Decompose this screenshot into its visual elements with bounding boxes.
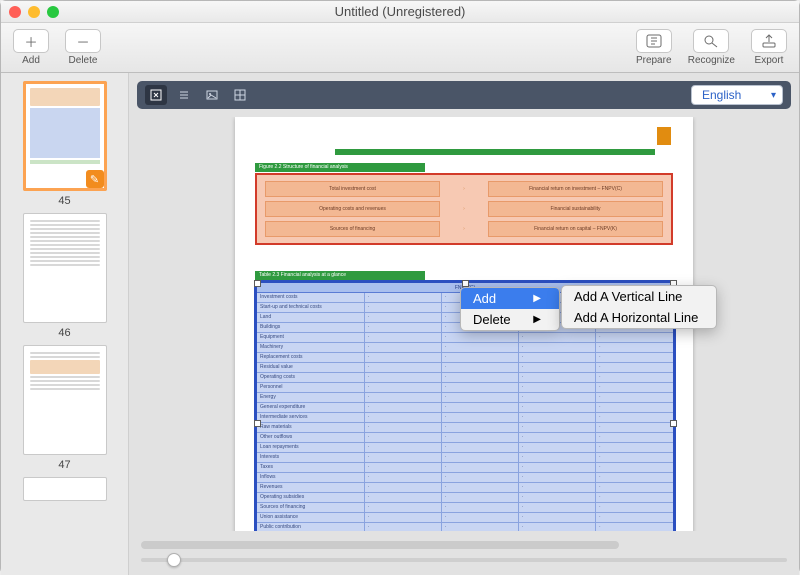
table-row[interactable]: Other outflows···· [257,433,673,443]
table-row[interactable]: Inflows···· [257,473,673,483]
figure-region[interactable]: Total investment cost›Financial return o… [255,173,673,245]
table-row[interactable]: Machinery···· [257,343,673,353]
page-canvas[interactable]: Figure 2.2 Structure of financial analys… [137,117,791,531]
table-row[interactable]: Union assistance···· [257,513,673,523]
table-title: Table 2.3 Financial analysis at a glance [255,271,425,280]
table-row[interactable]: Operating subsidies···· [257,493,673,503]
thumbnail-page-number: 46 [58,327,70,339]
context-menu[interactable]: Add▶Delete▶ [460,287,560,331]
language-dropdown[interactable]: English [691,85,783,105]
table-row[interactable]: Replacement costs···· [257,353,673,363]
ctx-subitem[interactable]: Add A Vertical Line [562,286,716,307]
thumbnail-page-number: 47 [58,459,70,471]
view-image-button[interactable] [201,85,223,105]
minus-icon: － [65,29,101,53]
close-icon[interactable] [9,6,21,18]
recognize-icon [693,29,729,53]
view-mode-bar: English [137,81,791,109]
ctx-item-delete[interactable]: Delete▶ [461,309,559,330]
thumbnail-page-number: 45 [58,195,70,207]
export-icon [751,29,787,53]
page-corner-marker [657,127,671,145]
prepare-button[interactable]: Prepare [636,29,672,66]
table-row[interactable]: Operating costs···· [257,373,673,383]
add-label: Add [22,55,40,66]
table-row[interactable]: Residual value···· [257,363,673,373]
selection-handle[interactable] [254,280,261,287]
edit-pencil-icon: ✎ [86,170,104,188]
add-button[interactable]: ＋ Add [13,29,49,66]
thumbnail-page-45[interactable]: ✎ [23,81,107,191]
table-row[interactable]: Taxes···· [257,463,673,473]
recognize-button[interactable]: Recognize [688,29,735,66]
selection-handle[interactable] [670,420,677,427]
table-row[interactable]: Revenues···· [257,483,673,493]
table-row[interactable]: Interests···· [257,453,673,463]
table-row[interactable]: Loan repayments···· [257,443,673,453]
zoom-icon[interactable] [47,6,59,18]
table-row[interactable]: Public contribution···· [257,523,673,531]
delete-label: Delete [69,55,98,66]
window-title: Untitled (Unregistered) [1,4,799,19]
table-row[interactable]: Raw materials···· [257,423,673,433]
export-button[interactable]: Export [751,29,787,66]
thumbnail-page-47[interactable] [23,345,107,455]
prepare-label: Prepare [636,55,672,66]
view-grid-button[interactable] [229,85,251,105]
main-toolbar: ＋ Add － Delete Prepare Recognize Export [1,23,799,73]
selection-handle[interactable] [254,420,261,427]
thumbnail-page-46[interactable] [23,213,107,323]
window-titlebar: Untitled (Unregistered) [1,1,799,23]
selection-handle[interactable] [462,280,469,287]
figure-title: Figure 2.2 Structure of financial analys… [255,163,425,172]
table-row[interactable]: General expenditure···· [257,403,673,413]
minimize-icon[interactable] [28,6,40,18]
zoom-slider[interactable] [141,551,787,569]
delete-button[interactable]: － Delete [65,29,101,66]
recognize-label: Recognize [688,55,735,66]
export-label: Export [755,55,784,66]
traffic-lights [9,6,59,18]
view-lines-button[interactable] [173,85,195,105]
table-row[interactable]: Energy···· [257,393,673,403]
plus-icon: ＋ [13,29,49,53]
language-selected: English [702,88,741,102]
table-row[interactable]: Sources of financing···· [257,503,673,513]
context-submenu[interactable]: Add A Vertical LineAdd A Horizontal Line [561,285,717,329]
horizontal-scrollbar[interactable] [141,539,787,551]
ctx-subitem[interactable]: Add A Horizontal Line [562,307,716,328]
thumbnail-page-next[interactable] [23,477,107,501]
table-row[interactable]: Personnel···· [257,383,673,393]
ctx-item-add[interactable]: Add▶ [461,288,559,309]
table-row[interactable]: Intermediate services···· [257,413,673,423]
table-row[interactable]: Equipment···· [257,333,673,343]
prepare-icon [636,29,672,53]
thumbnail-sidebar[interactable]: ✎ 45 46 47 [1,73,129,575]
view-bbox-button[interactable] [145,85,167,105]
header-text-region[interactable] [335,149,655,155]
zoom-knob[interactable] [167,553,181,567]
